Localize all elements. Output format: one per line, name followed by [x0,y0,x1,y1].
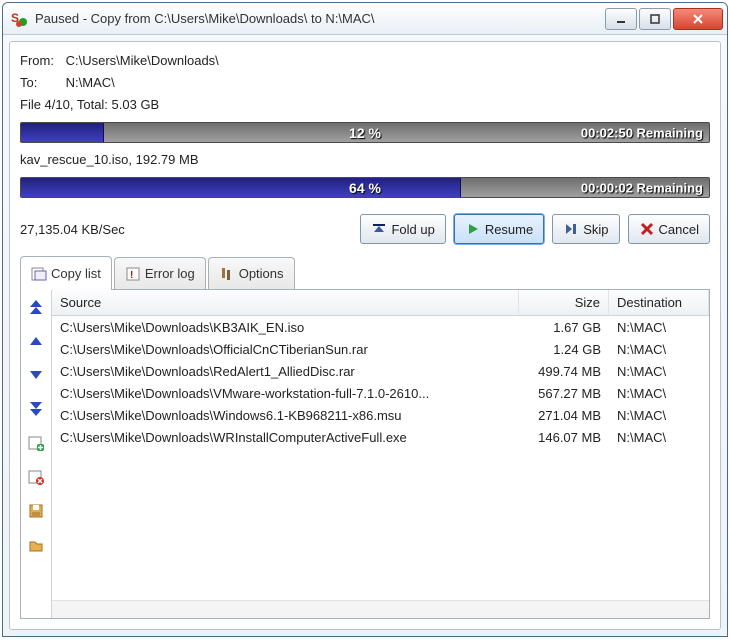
skip-icon [563,221,579,237]
list-toolbar [21,290,51,618]
file-progress-percent: 64 % [349,180,381,196]
foldup-icon [371,221,387,237]
move-up-button[interactable] [25,330,47,352]
move-down-button[interactable] [25,364,47,386]
remove-button[interactable] [25,466,47,488]
column-size[interactable]: Size [519,290,609,315]
cell-size: 567.27 MB [519,386,609,401]
cell-destination: N:\MAC\ [609,386,709,401]
cancel-button[interactable]: Cancel [628,214,710,244]
current-file-label: kav_rescue_10.iso, 192.79 MB [20,149,710,171]
cell-source: C:\Users\Mike\Downloads\VMware-workstati… [52,386,519,401]
transfer-speed: 27,135.04 KB/Sec [20,222,352,237]
to-label: To: [20,72,62,94]
content-area: From: C:\Users\Mike\Downloads\ To: N:\MA… [9,41,721,630]
add-button[interactable] [25,432,47,454]
svg-text:!: ! [130,270,133,281]
cell-source: C:\Users\Mike\Downloads\WRInstallCompute… [52,430,519,445]
tabs: Copy list !Error log Options [20,256,710,289]
cell-size: 499.74 MB [519,364,609,379]
titlebar[interactable]: S Paused - Copy from C:\Users\Mike\Downl… [3,3,727,35]
list-icon [31,266,47,282]
cancel-icon [639,221,655,237]
maximize-button[interactable] [639,8,671,30]
cell-destination: N:\MAC\ [609,320,709,335]
column-source[interactable]: Source [52,290,519,315]
table-row[interactable]: C:\Users\Mike\Downloads\OfficialCnCTiber… [52,338,709,360]
file-time-remaining: 00:00:02 Remaining [581,180,703,195]
total-progress-percent: 12 % [349,125,381,141]
cell-destination: N:\MAC\ [609,342,709,357]
cell-destination: N:\MAC\ [609,408,709,423]
play-icon [465,221,481,237]
save-button[interactable] [25,500,47,522]
table-row[interactable]: C:\Users\Mike\Downloads\VMware-workstati… [52,382,709,404]
tab-error-log[interactable]: !Error log [114,257,206,289]
foldup-button[interactable]: Fold up [360,214,445,244]
table-row[interactable]: C:\Users\Mike\Downloads\KB3AIK_EN.iso1.6… [52,316,709,338]
cell-size: 146.07 MB [519,430,609,445]
window-title: Paused - Copy from C:\Users\Mike\Downloa… [35,11,605,26]
close-button[interactable] [673,8,723,30]
cell-size: 271.04 MB [519,408,609,423]
open-button[interactable] [25,534,47,556]
file-progress-bar: 64 % 00:00:02 Remaining [20,177,710,198]
to-row: To: N:\MAC\ [20,72,710,94]
list-header: Source Size Destination [52,290,709,316]
cell-size: 1.24 GB [519,342,609,357]
tab-options[interactable]: Options [208,257,295,289]
minimize-button[interactable] [605,8,637,30]
from-path: C:\Users\Mike\Downloads\ [66,53,219,68]
move-top-button[interactable] [25,296,47,318]
total-time-remaining: 00:02:50 Remaining [581,125,703,140]
cell-source: C:\Users\Mike\Downloads\RedAlert1_Allied… [52,364,519,379]
app-window: S Paused - Copy from C:\Users\Mike\Downl… [2,2,728,637]
total-progress-label: File 4/10, Total: 5.03 GB [20,94,710,116]
skip-button[interactable]: Skip [552,214,619,244]
resume-button[interactable]: Resume [454,214,544,244]
tab-body: Source Size Destination C:\Users\Mike\Do… [20,289,710,619]
horizontal-scrollbar[interactable] [52,600,709,618]
app-icon: S [11,10,29,28]
column-destination[interactable]: Destination [609,290,709,315]
cell-destination: N:\MAC\ [609,430,709,445]
cell-size: 1.67 GB [519,320,609,335]
move-bottom-button[interactable] [25,398,47,420]
from-label: From: [20,50,62,72]
cell-source: C:\Users\Mike\Downloads\OfficialCnCTiber… [52,342,519,357]
cell-source: C:\Users\Mike\Downloads\KB3AIK_EN.iso [52,320,519,335]
options-icon [219,266,235,282]
file-list: Source Size Destination C:\Users\Mike\Do… [51,290,709,618]
tab-copy-list[interactable]: Copy list [20,256,112,290]
cell-source: C:\Users\Mike\Downloads\Windows6.1-KB968… [52,408,519,423]
to-path: N:\MAC\ [66,75,115,90]
table-row[interactable]: C:\Users\Mike\Downloads\WRInstallCompute… [52,426,709,448]
error-icon: ! [125,266,141,282]
cell-destination: N:\MAC\ [609,364,709,379]
table-row[interactable]: C:\Users\Mike\Downloads\RedAlert1_Allied… [52,360,709,382]
table-row[interactable]: C:\Users\Mike\Downloads\Windows6.1-KB968… [52,404,709,426]
total-progress-bar: 12 % 00:02:50 Remaining [20,122,710,143]
from-row: From: C:\Users\Mike\Downloads\ [20,50,710,72]
list-body[interactable]: C:\Users\Mike\Downloads\KB3AIK_EN.iso1.6… [52,316,709,600]
